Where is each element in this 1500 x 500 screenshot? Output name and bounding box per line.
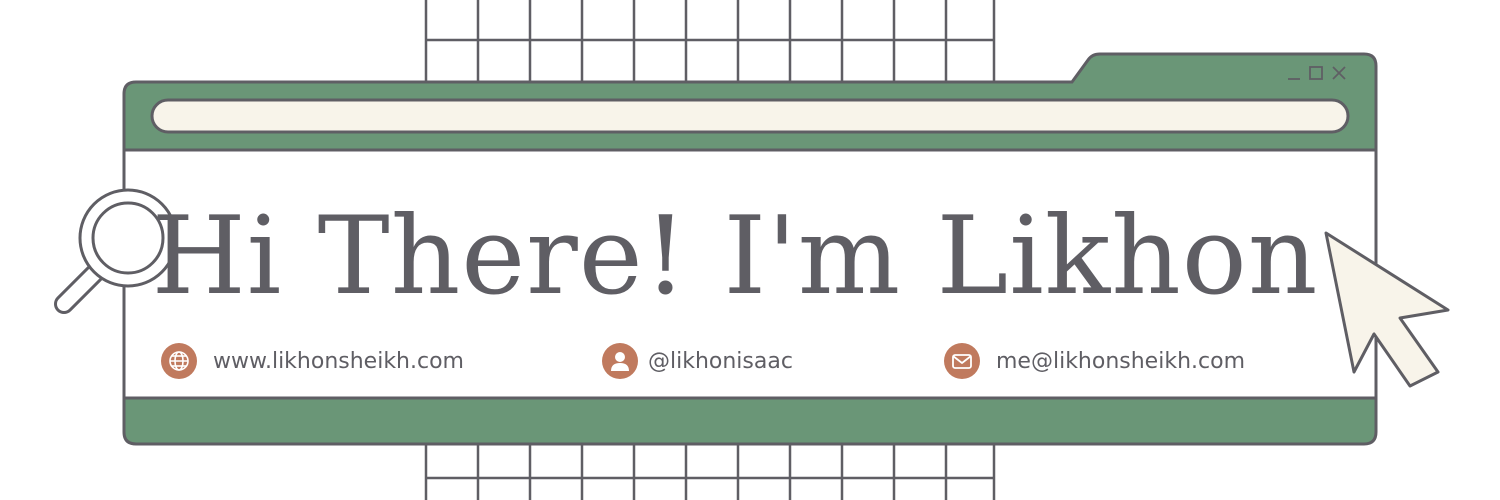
email-link[interactable]: me@likhonsheikh.com bbox=[996, 349, 1245, 374]
minimize-icon[interactable] bbox=[1285, 64, 1303, 82]
close-icon[interactable] bbox=[1330, 64, 1348, 82]
grid-pattern-bottom bbox=[424, 444, 996, 500]
globe-icon bbox=[161, 343, 197, 379]
contact-email[interactable]: me@likhonsheikh.com bbox=[944, 341, 1245, 381]
mail-icon bbox=[944, 343, 980, 379]
user-icon bbox=[602, 343, 638, 379]
grid-pattern-top bbox=[424, 0, 996, 84]
website-link[interactable]: www.likhonsheikh.com bbox=[213, 349, 464, 374]
address-bar bbox=[150, 98, 1350, 134]
social-handle-link[interactable]: @likhonisaac bbox=[648, 349, 793, 374]
headline: Hi There! I'm Likhon bbox=[151, 194, 1319, 319]
contact-handle[interactable]: @likhonisaac bbox=[602, 341, 793, 381]
maximize-icon[interactable] bbox=[1307, 64, 1325, 82]
contact-website[interactable]: www.likhonsheikh.com bbox=[161, 341, 464, 381]
